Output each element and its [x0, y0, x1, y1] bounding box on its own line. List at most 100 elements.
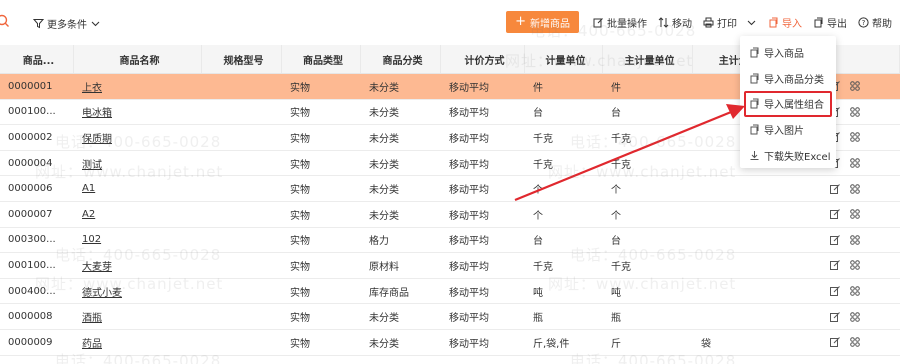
row-actions	[793, 235, 900, 245]
type-cell: 实物	[290, 133, 310, 145]
edit-icon[interactable]	[830, 286, 840, 297]
pricing-cell: 移动平均	[449, 338, 489, 350]
product-name-link[interactable]: 药品	[74, 335, 202, 350]
grid-icon[interactable]	[850, 209, 860, 220]
product-name-link[interactable]: 酒瓶	[74, 309, 202, 324]
more-filter-button[interactable]: 更多条件	[33, 16, 101, 31]
pricing-cell: 移动平均	[449, 185, 489, 197]
product-name-link[interactable]: A2	[74, 209, 202, 220]
column-header[interactable]: 商品分类	[361, 45, 441, 73]
grid-icon[interactable]	[850, 132, 860, 143]
edit-icon[interactable]	[830, 311, 840, 322]
row-actions	[793, 337, 900, 348]
category-cell: 未分类	[369, 313, 399, 325]
product-name-link[interactable]: 电冰箱	[74, 104, 202, 119]
add-product-button[interactable]: + 新增商品	[506, 11, 579, 33]
menu-item-import-product[interactable]: 导入商品	[740, 40, 836, 66]
table-row[interactable]: 0000009 药品 实物 未分类 移动平均 斤,袋,件 斤 袋	[0, 330, 900, 356]
table-row[interactable]: 000100... 大麦芽 实物 原材料 移动平均 千克 千克	[0, 253, 900, 279]
batch-operation-label: 批量操作	[607, 18, 647, 30]
pricing-cell: 移动平均	[449, 313, 489, 325]
table-row[interactable]: 0000006 A1 实物 未分类 移动平均 个 个	[0, 176, 900, 202]
import-icon	[750, 73, 759, 84]
edit-icon[interactable]	[830, 337, 840, 348]
product-name-link[interactable]: 上衣	[74, 79, 202, 94]
grid-icon[interactable]	[850, 337, 860, 348]
product-name-link[interactable]: 测试	[74, 156, 202, 171]
export-label: 导出	[827, 18, 847, 30]
export-icon	[814, 17, 823, 27]
unit-cell: 瓶	[533, 313, 543, 325]
column-header[interactable]: 商品类型	[282, 45, 361, 73]
main-unit-cell: 台	[611, 108, 621, 120]
menu-item-import-category[interactable]: 导入商品分类	[740, 66, 836, 92]
toolbar-actions: + 新增商品 批量操作 移动 打印 导入 导出 ? 帮助	[506, 11, 892, 33]
main-unit-cell: 件	[611, 82, 621, 94]
column-header[interactable]: 计价方式	[441, 45, 525, 73]
edit-icon	[593, 17, 603, 27]
column-header[interactable]: 主计量单位	[603, 45, 693, 73]
product-name-link[interactable]: 保质期	[74, 130, 202, 145]
import-icon	[769, 17, 778, 27]
column-header[interactable]: 商品...	[0, 45, 74, 73]
row-actions	[793, 260, 900, 271]
menu-item-import-image[interactable]: 导入图片	[740, 117, 836, 143]
more-filter-label: 更多条件	[47, 20, 87, 31]
table-row[interactable]: 0000008 酒瓶 实物 未分类 移动平均 瓶 瓶	[0, 304, 900, 330]
product-code-cell: 0000006	[8, 183, 53, 195]
product-code-cell: 000300...	[8, 234, 56, 246]
import-dropdown-menu: 导入商品 导入商品分类 导入属性组合 导入图片 下载失败Excel	[740, 36, 836, 168]
pricing-cell: 移动平均	[449, 108, 489, 120]
import-button[interactable]: 导入	[768, 15, 802, 30]
filter-icon	[33, 19, 44, 29]
grid-icon[interactable]	[850, 311, 860, 322]
type-cell: 实物	[290, 185, 310, 197]
edit-icon[interactable]	[830, 235, 840, 245]
move-button[interactable]: 移动	[658, 15, 692, 30]
pricing-cell: 移动平均	[449, 287, 489, 299]
product-name-link[interactable]: 102	[74, 234, 202, 245]
edit-icon[interactable]	[830, 183, 840, 194]
move-label: 移动	[672, 18, 692, 30]
column-header[interactable]: 商品名称	[74, 45, 202, 73]
column-header[interactable]: 规格型号	[202, 45, 282, 73]
export-button[interactable]: 导出	[813, 15, 847, 30]
category-cell: 未分类	[369, 82, 399, 94]
edit-icon[interactable]	[830, 209, 840, 220]
unit-cell: 千克	[533, 133, 553, 145]
add-product-label: 新增商品	[530, 18, 570, 30]
table-row[interactable]: 000300... 102 实物 格力 移动平均 台 台	[0, 228, 900, 254]
product-code-cell: 0000009	[8, 336, 53, 348]
help-button[interactable]: ? 帮助	[858, 15, 892, 30]
menu-item-download-failed[interactable]: 下载失败Excel	[740, 142, 836, 168]
product-name-link[interactable]: 德式小麦	[74, 284, 202, 299]
product-code-cell: 0000002	[8, 131, 53, 143]
grid-icon[interactable]	[850, 235, 860, 245]
product-code-cell: 0000007	[8, 208, 53, 220]
menu-item-label: 下载失败Excel	[764, 151, 831, 163]
grid-icon[interactable]	[850, 183, 860, 194]
unit-cell: 个	[533, 185, 543, 197]
main-unit-cell: 个	[611, 210, 621, 222]
grid-icon[interactable]	[850, 286, 860, 296]
grid-icon[interactable]	[850, 107, 860, 117]
category-cell: 未分类	[369, 133, 399, 145]
menu-item-label: 导入商品分类	[764, 74, 824, 86]
main-unit-cell: 个	[611, 185, 621, 197]
grid-icon[interactable]	[850, 260, 860, 271]
row-actions	[793, 286, 900, 297]
batch-operation-button[interactable]: 批量操作	[593, 15, 647, 30]
product-name-link[interactable]: A1	[74, 183, 202, 194]
grid-icon[interactable]	[850, 81, 860, 92]
column-header[interactable]: 计量单位	[525, 45, 603, 73]
table-row[interactable]: 000400... 德式小麦 实物 库存商品 移动平均 吨 吨	[0, 279, 900, 305]
print-button[interactable]: 打印	[703, 15, 757, 30]
product-name-link[interactable]: 大麦芽	[74, 258, 202, 273]
table-row[interactable]: 0000007 A2 实物 未分类 移动平均 个 个	[0, 202, 900, 228]
menu-item-label: 导入图片	[764, 126, 804, 138]
edit-icon[interactable]	[830, 260, 840, 271]
grid-icon[interactable]	[850, 158, 860, 168]
search-icon[interactable]	[0, 14, 10, 28]
menu-item-import-attribute-combo[interactable]: 导入属性组合	[744, 91, 832, 117]
pricing-cell: 移动平均	[449, 159, 489, 171]
